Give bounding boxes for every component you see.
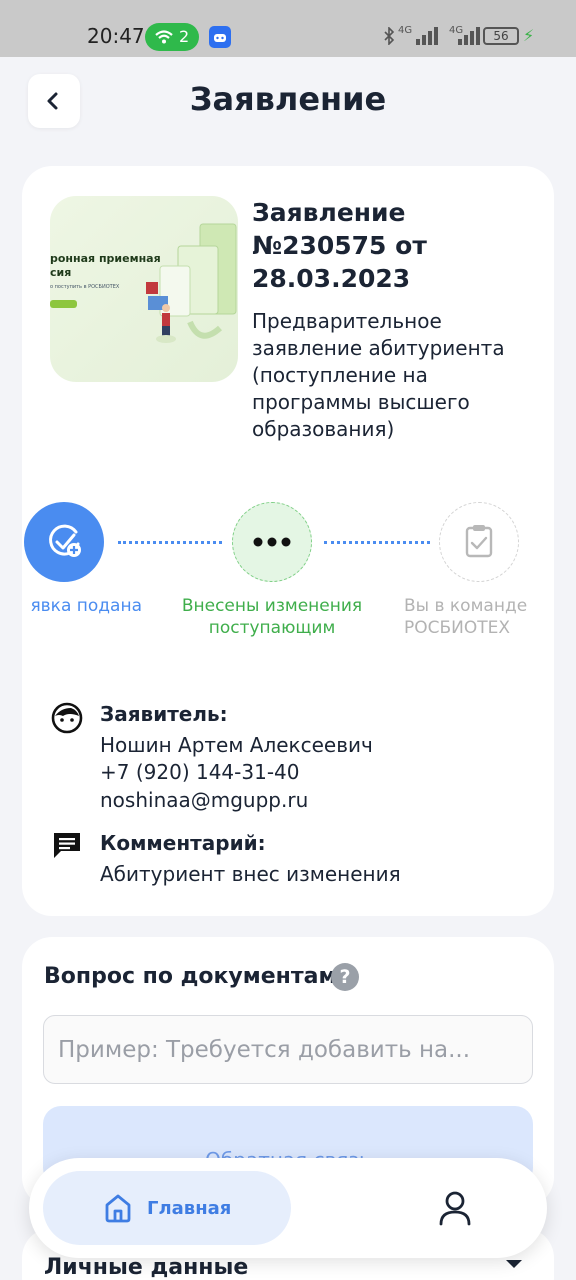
dots-icon [253,537,291,547]
step-team [439,502,519,582]
applicant-phone: +7 (920) 144-31-40 [100,760,300,784]
question-title: Вопрос по документам [44,964,337,989]
comment-label: Комментарий: [100,831,266,855]
application-subtitle: Предварительное заявление абитуриента (п… [252,309,505,441]
status-bar: 20:47 2 4G 4G 56 ⚡ [0,0,576,57]
step-label-submitted: явка подана [30,596,142,616]
check-plus-icon [49,524,81,557]
step-label-changes: Внесены изменения поступающим [181,596,363,638]
admission-illustration [146,223,237,343]
hotspot-indicator: 2 [145,23,199,51]
step-submitted [24,502,104,582]
comment-text: Абитуриент внес изменения [100,862,401,886]
user-icon [439,1191,471,1226]
battery-indicator: 56 [483,27,519,45]
home-icon [105,1194,131,1223]
app-notification-icon [209,26,231,48]
bluetooth-icon [384,27,395,45]
progress-connector [324,541,430,544]
page-title: Заявление [189,80,387,118]
hotspot-count: 2 [179,27,190,46]
bottom-navigation: Главная [29,1158,547,1258]
face-icon [51,702,83,734]
progress-connector [118,541,222,544]
question-input[interactable] [43,1015,533,1084]
personal-data-title: Личные данные [44,1255,249,1280]
comment-icon [54,833,80,858]
application-title: Заявление №230575 от 28.03.2023 [252,198,427,293]
charging-icon: ⚡ [523,26,535,45]
network-label-1: 4G [398,25,413,36]
application-image: ронная приемная сия о поступить в РОСБИО… [50,196,238,382]
nav-home-label: Главная [147,1198,232,1219]
help-icon[interactable]: ? [331,963,359,991]
wifi-icon [155,30,173,44]
step-label-team: Вы в команде РОСБИОТЕХ [404,596,528,638]
application-card: ронная приемная сия о поступить в РОСБИО… [22,166,554,916]
nav-profile[interactable] [435,1188,475,1228]
signal-icon-2 [458,27,480,45]
step-changes [232,502,312,582]
clipboard-check-icon [465,525,493,558]
status-time: 20:47 [87,24,145,48]
applicant-email: noshinaa@mgupp.ru [100,788,309,812]
applicant-label: Заявитель: [100,702,228,726]
signal-icon [416,27,438,45]
chevron-down-icon [506,1260,522,1268]
nav-home[interactable]: Главная [43,1171,291,1245]
applicant-name: Ношин Артем Алексеевич [100,733,373,757]
